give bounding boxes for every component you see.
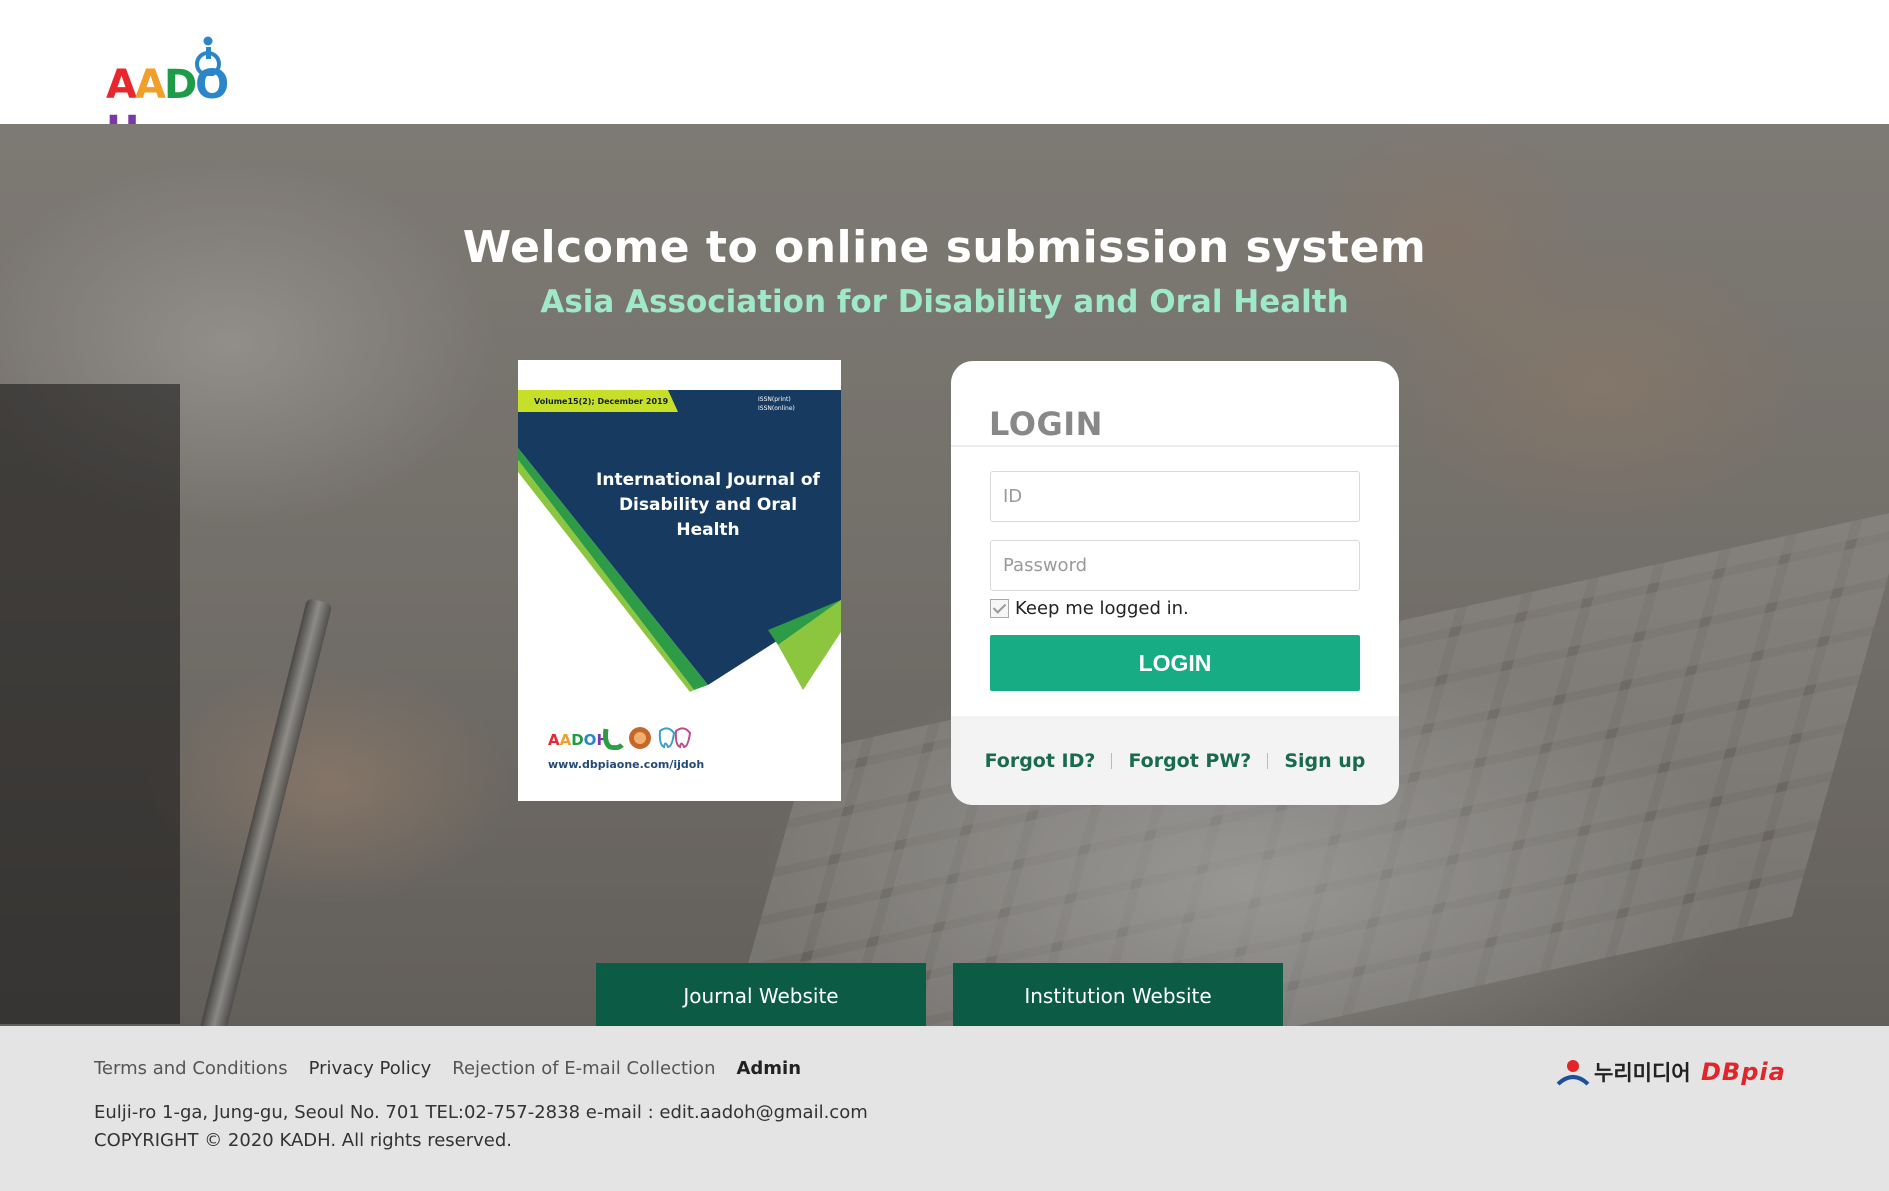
footer-copyright: COPYRIGHT © 2020 KADH. All rights reserv… (94, 1130, 513, 1151)
logo-letter-a2: A (134, 62, 166, 108)
nurimedia-label: 누리미디어 (1594, 1061, 1691, 1085)
admin-link[interactable]: Admin (736, 1058, 801, 1079)
aadoh-logo[interactable]: AADOH (106, 36, 258, 154)
site-footer: Terms and Conditions Privacy Policy Reje… (0, 1026, 1889, 1191)
cover-volume: Volume15(2); December 2019 (534, 397, 669, 406)
dbpia-logo[interactable]: DBpia (1701, 1054, 1786, 1090)
cover-journal-title: International Journal of Disability and … (596, 470, 820, 540)
password-field[interactable] (990, 540, 1360, 591)
sign-up-link[interactable]: Sign up (1268, 750, 1381, 772)
login-help-links: Forgot ID? Forgot PW? Sign up (951, 716, 1399, 805)
terms-link[interactable]: Terms and Conditions (94, 1058, 288, 1079)
password-input[interactable] (991, 541, 1359, 590)
login-panel: LOGIN Keep me logged in. LOGIN Forgot ID… (951, 361, 1399, 805)
keep-logged-in[interactable]: Keep me logged in. (990, 597, 1189, 619)
privacy-policy-link[interactable]: Privacy Policy (309, 1058, 432, 1079)
forgot-password-link[interactable]: Forgot PW? (1112, 750, 1267, 772)
login-divider (951, 445, 1399, 447)
id-input[interactable] (991, 472, 1359, 521)
cover-url: www.dbpiaone.com/ijdoh (548, 758, 705, 771)
page-title: Welcome to online submission system (462, 222, 1427, 273)
cover-issn-online: ISSN(online) (758, 405, 795, 412)
nurimedia-logo[interactable]: 누리미디어 (1556, 1054, 1691, 1090)
logo-letter-d: D (163, 62, 197, 108)
site-header: AADOH (0, 0, 1889, 154)
page-subtitle: Asia Association for Disability and Oral… (540, 284, 1349, 320)
keep-logged-in-checkbox[interactable] (990, 598, 1009, 618)
login-button[interactable]: LOGIN (990, 635, 1360, 691)
footer-address: Eulji-ro 1-ga, Jung-gu, Seoul No. 701 TE… (94, 1102, 868, 1123)
journal-website-button[interactable]: Journal Website (596, 963, 926, 1026)
footer-links: Terms and Conditions Privacy Policy Reje… (94, 1058, 801, 1079)
institution-website-button[interactable]: Institution Website (953, 963, 1283, 1026)
logo-letter-a1: A (106, 62, 137, 108)
login-heading: LOGIN (989, 405, 1103, 443)
keep-logged-in-label: Keep me logged in. (1015, 597, 1189, 619)
id-field[interactable] (990, 471, 1360, 522)
journal-cover: Volume15(2); December 2019 ISSN(print) IS… (518, 360, 841, 801)
cover-issn-print: ISSN(print) (758, 396, 791, 403)
logo-letter-o: O (195, 62, 229, 108)
svg-text:AADOH: AADOH (548, 731, 609, 749)
cover-issn: ISSN(print) ISSN(online) (758, 395, 795, 413)
forgot-id-link[interactable]: Forgot ID? (969, 750, 1112, 772)
nurimedia-icon (1556, 1060, 1590, 1086)
cover-partner-logos: AADOH (548, 727, 692, 751)
email-rejection-link[interactable]: Rejection of E-mail Collection (452, 1058, 715, 1079)
